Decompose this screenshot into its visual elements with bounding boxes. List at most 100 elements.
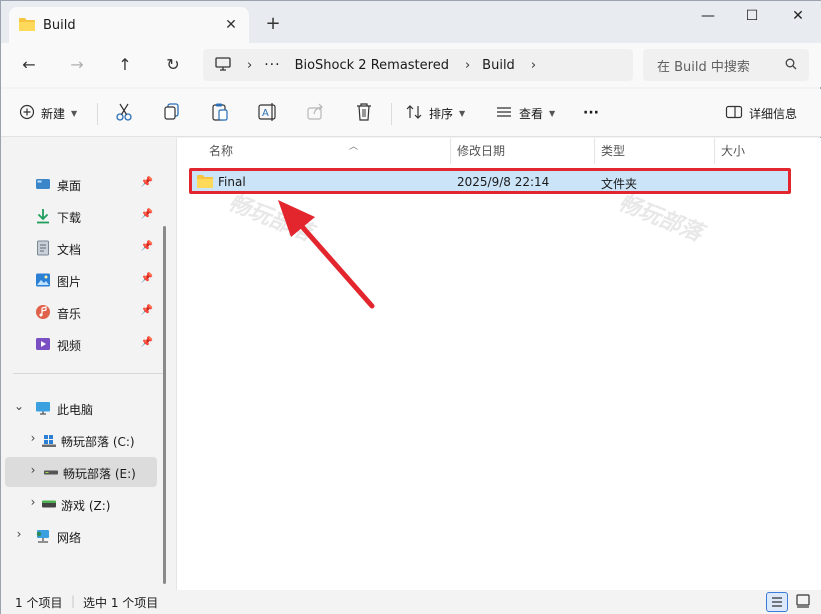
minimize-button[interactable]: — (693, 5, 723, 27)
paste-button[interactable] (209, 102, 233, 124)
sidebar-item-drive-z[interactable]: › 游戏 (Z:) (19, 489, 157, 519)
breadcrumb-overflow[interactable]: ··· (264, 57, 280, 73)
sidebar-item-label: 游戏 (Z:) (61, 499, 111, 513)
close-window-button[interactable]: ✕ (783, 5, 813, 27)
file-explorer-window: Build ✕ + — ☐ ✕ ← → ↑ ↻ › ··· BioShock 2… (0, 0, 821, 614)
sort-button[interactable]: 排序 ▼ (405, 101, 465, 125)
maximize-button[interactable]: ☐ (737, 5, 767, 27)
toolbar-divider (97, 103, 98, 125)
sidebar-scrollbar[interactable] (163, 226, 166, 584)
breadcrumb-separator[interactable]: › (531, 58, 536, 73)
sidebar-item-label: 网络 (57, 531, 82, 545)
pin-icon[interactable]: 📌 (141, 177, 153, 188)
sidebar-item-drive-e[interactable]: › 畅玩部落 (E:) (5, 457, 157, 487)
chevron-right-icon[interactable]: › (27, 463, 39, 477)
view-icon (495, 104, 513, 123)
share-button[interactable] (305, 102, 329, 124)
pin-icon[interactable]: 📌 (141, 273, 153, 284)
file-list-pane: ︿ 名称 修改日期 类型 大小 Final 2025/9/8 22:14 文件夹… (176, 138, 821, 590)
status-divider: | (71, 594, 76, 608)
more-options-button[interactable]: ··· (583, 101, 599, 125)
chevron-right-icon[interactable]: › (27, 495, 39, 509)
sidebar-item-network[interactable]: › 网络 (5, 521, 157, 551)
details-pane-button[interactable]: 详细信息 (725, 101, 797, 125)
search-input[interactable]: 在 Build 中搜索 (643, 49, 809, 81)
chevron-down-icon: ▼ (459, 108, 466, 118)
search-icon (785, 58, 797, 73)
sidebar-item-downloads[interactable]: 下载 📌 (5, 201, 157, 231)
cut-button[interactable] (113, 102, 137, 124)
status-item-count: 1 个项目 (15, 596, 63, 610)
status-selected-count: 选中 1 个项目 (83, 596, 159, 610)
breadcrumb-separator: › (247, 57, 253, 73)
sidebar-item-label: 图片 (57, 275, 82, 289)
sidebar-item-label: 此电脑 (57, 403, 94, 417)
rename-button[interactable]: A (257, 102, 281, 124)
navigation-pane: 桌面 📌 下载 📌 文档 📌 图片 📌 音乐 📌 视频 📌 ⌄ 此电脑 › 畅玩… (1, 138, 173, 590)
sidebar-item-this-pc[interactable]: ⌄ 此电脑 (5, 393, 157, 423)
annotation-arrow (278, 200, 375, 309)
download-icon (35, 208, 51, 224)
address-bar[interactable]: › ··· BioShock 2 Remastered › Build › (203, 49, 633, 81)
details-view-button[interactable] (766, 592, 788, 612)
sort-icon (405, 104, 423, 123)
new-tab-button[interactable]: + (263, 14, 283, 34)
pin-icon[interactable]: 📌 (141, 241, 153, 252)
svg-text:A: A (262, 108, 269, 119)
status-bar: 1 个项目 | 选中 1 个项目 (1, 590, 821, 614)
pin-icon[interactable]: 📌 (141, 337, 153, 348)
pin-icon[interactable]: 📌 (141, 209, 153, 220)
folder-icon (19, 17, 35, 34)
desktop-icon (35, 176, 51, 192)
sidebar-divider (13, 373, 163, 374)
sidebar-item-desktop[interactable]: 桌面 📌 (5, 169, 157, 199)
tab-title: Build (43, 17, 76, 33)
copy-button[interactable] (161, 102, 185, 124)
sidebar-item-music[interactable]: 音乐 📌 (5, 297, 157, 327)
sidebar-item-label: 下载 (57, 211, 82, 225)
tab-close-icon[interactable]: ✕ (223, 17, 239, 33)
chevron-right-icon[interactable]: › (27, 431, 39, 445)
drive-icon (43, 464, 59, 480)
tab-build[interactable]: Build ✕ (9, 7, 249, 43)
sidebar-item-label: 视频 (57, 339, 82, 353)
chevron-right-icon[interactable]: › (13, 527, 25, 541)
breadcrumb-item[interactable]: Build (482, 58, 515, 73)
up-button[interactable]: ↑ (112, 53, 138, 77)
breadcrumb-separator: › (464, 57, 471, 73)
new-button[interactable]: 新建 ▼ (19, 101, 77, 125)
tiles-view-button[interactable] (793, 592, 815, 612)
picture-icon (35, 272, 51, 288)
delete-button[interactable] (353, 102, 377, 124)
back-button[interactable]: ← (16, 53, 42, 77)
chevron-down-icon: ▼ (549, 108, 556, 118)
address-toolbar: ← → ↑ ↻ › ··· BioShock 2 Remastered › Bu… (1, 43, 821, 87)
document-icon (35, 240, 51, 256)
view-button[interactable]: 查看 ▼ (495, 101, 555, 125)
windows-drive-icon (41, 432, 57, 448)
title-bar: Build ✕ + — ☐ ✕ (1, 1, 821, 43)
refresh-button[interactable]: ↻ (160, 53, 186, 77)
view-label: 查看 (519, 106, 544, 121)
chevron-down-icon: ▼ (71, 108, 78, 118)
network-icon (35, 528, 51, 544)
sidebar-item-label: 畅玩部落 (C:) (61, 435, 135, 449)
breadcrumb-item[interactable]: BioShock 2 Remastered (295, 58, 449, 73)
monitor-icon (35, 400, 51, 416)
sidebar-item-videos[interactable]: 视频 📌 (5, 329, 157, 359)
command-bar: 新建 ▼ A 排序 ▼ 查看 ▼ ··· 详细信息 (1, 89, 821, 137)
new-label: 新建 (41, 106, 66, 121)
sidebar-item-label: 文档 (57, 243, 82, 257)
sidebar-item-label: 畅玩部落 (E:) (63, 467, 136, 481)
search-placeholder: 在 Build 中搜索 (657, 59, 750, 75)
chevron-down-icon[interactable]: ⌄ (13, 399, 25, 413)
pin-icon[interactable]: 📌 (141, 305, 153, 316)
toolbar-divider (391, 103, 392, 125)
plus-circle-icon (19, 104, 35, 123)
sidebar-item-drive-c[interactable]: › 畅玩部落 (C:) (19, 425, 157, 455)
sidebar-item-documents[interactable]: 文档 📌 (5, 233, 157, 263)
sidebar-item-pictures[interactable]: 图片 📌 (5, 265, 157, 295)
forward-button[interactable]: → (64, 53, 90, 77)
sort-label: 排序 (429, 106, 454, 121)
music-icon (35, 304, 51, 320)
